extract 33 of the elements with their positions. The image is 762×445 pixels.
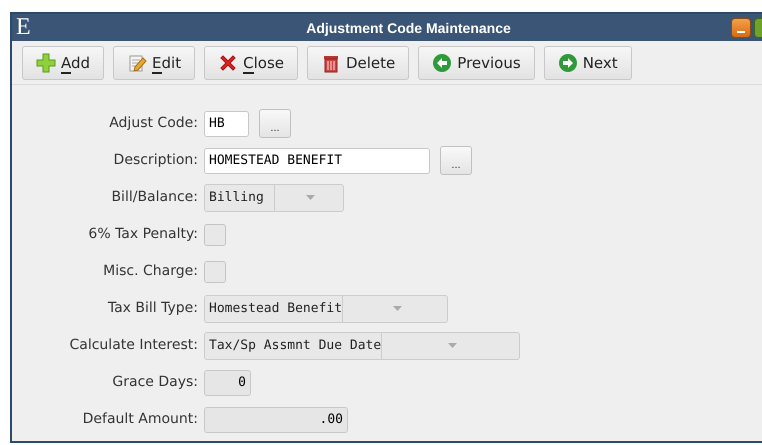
lookup-button[interactable]: ... xyxy=(259,109,291,138)
dropdown-arrow-icon xyxy=(392,306,402,311)
dropdown[interactable]: Tax/Sp Assmnt Due Date xyxy=(204,332,520,360)
field-label: Default Amount: xyxy=(82,410,198,429)
close-button[interactable]: Close xyxy=(204,46,298,80)
app-logo: E xyxy=(15,14,32,41)
field-label: Calculate Interest: xyxy=(69,336,198,355)
lookup-button[interactable]: ... xyxy=(440,146,472,175)
text-field[interactable]: HB xyxy=(204,110,249,136)
dropdown[interactable]: Homestead Benefit xyxy=(204,294,448,322)
field-label: Adjust Code: xyxy=(109,114,198,133)
previous-button[interactable]: Previous xyxy=(418,46,535,80)
field-label: Misc. Charge: xyxy=(103,262,198,281)
add-button[interactable]: Add xyxy=(22,46,104,80)
notepad-pencil-icon xyxy=(127,53,148,73)
field-label: 6% Tax Penalty: xyxy=(88,225,198,244)
field-label: Tax Bill Type: xyxy=(108,299,198,318)
next-button[interactable]: Next xyxy=(544,46,632,80)
close-icon xyxy=(218,53,238,73)
dropdown[interactable]: Billing xyxy=(204,184,344,212)
checkbox[interactable] xyxy=(204,224,226,246)
minimize-button[interactable] xyxy=(731,18,751,38)
field-label: Description: xyxy=(114,151,198,170)
text-field[interactable]: HOMESTEAD BENEFIT xyxy=(204,148,430,174)
field-label: Bill/Balance: xyxy=(111,188,198,207)
dropdown-arrow-icon xyxy=(448,343,458,348)
field-label: Grace Days: xyxy=(112,373,198,392)
checkbox[interactable] xyxy=(204,260,226,282)
plus-icon xyxy=(36,53,56,73)
edit-button[interactable]: Edit xyxy=(113,46,196,80)
delete-button[interactable]: Delete xyxy=(306,46,410,80)
window-title: Adjustment Code Maintenance xyxy=(305,20,512,36)
dropdown-arrow-icon xyxy=(306,195,316,200)
